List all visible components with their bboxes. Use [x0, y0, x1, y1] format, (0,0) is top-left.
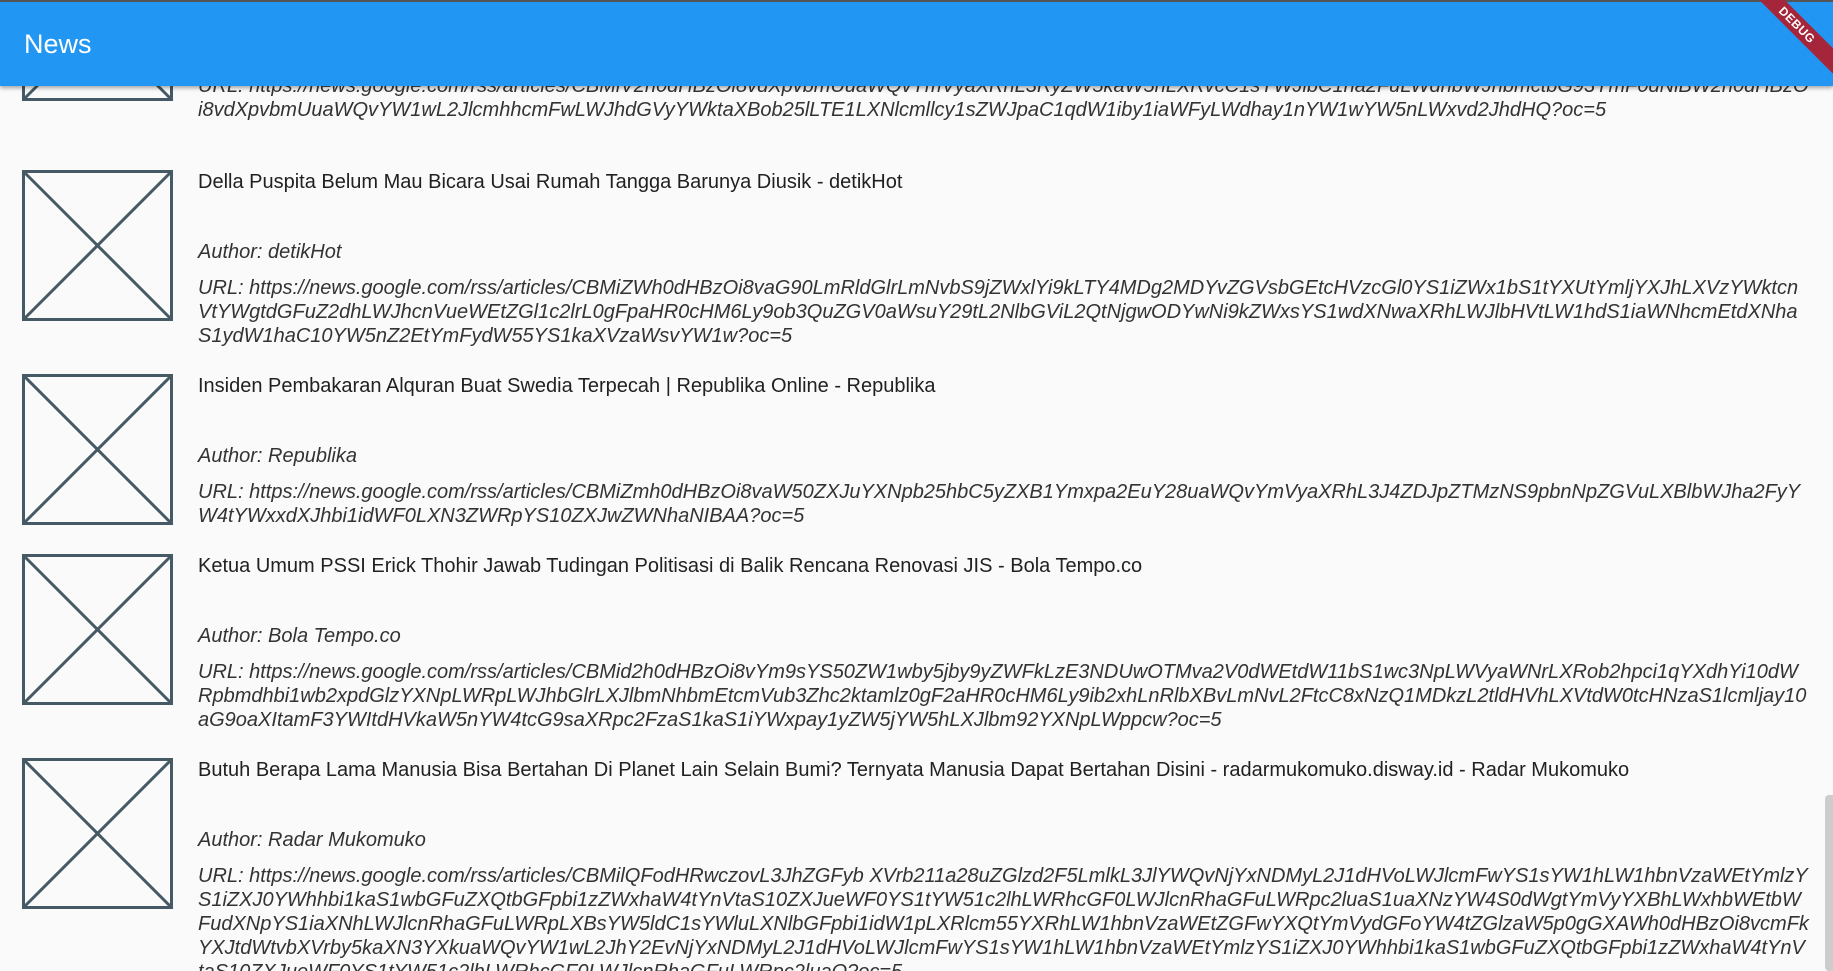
article-text: Della Puspita Belum Mau Bicara Usai Ruma… [198, 170, 1810, 348]
article-text: Butuh Berapa Lama Manusia Bisa Bertahan … [198, 758, 1810, 971]
image-placeholder-icon [22, 554, 173, 705]
article-author: Author: detikHot [198, 241, 342, 263]
article-title: Della Puspita Belum Mau Bicara Usai Ruma… [198, 171, 903, 193]
article-title: Insiden Pembakaran Alquran Buat Swedia T… [198, 375, 936, 397]
article-url: URL: https://news.google.com/rss/article… [198, 481, 1801, 527]
article-url: URL: https://news.google.com/rss/article… [198, 661, 1807, 731]
app-window: URL: https://news.google.com/rss/article… [0, 0, 1833, 971]
article-url: URL: https://news.google.com/rss/article… [198, 277, 1799, 347]
news-list[interactable]: URL: https://news.google.com/rss/article… [0, 0, 1833, 971]
article-title: Ketua Umum PSSI Erick Thohir Jawab Tudin… [198, 555, 1143, 577]
article-text: Insiden Pembakaran Alquran Buat Swedia T… [198, 374, 1810, 528]
image-placeholder-icon [22, 170, 173, 321]
article-author: Author: Republika [198, 445, 357, 467]
article-title: Butuh Berapa Lama Manusia Bisa Bertahan … [198, 759, 1630, 781]
status-bar-edge [0, 0, 1833, 2]
app-bar: News [0, 0, 1833, 86]
image-placeholder-icon [22, 758, 173, 909]
app-title: News [24, 29, 92, 59]
article-author: Author: Radar Mukomuko [198, 829, 426, 851]
article-text: Ketua Umum PSSI Erick Thohir Jawab Tudin… [198, 554, 1810, 732]
image-placeholder-icon [22, 374, 173, 525]
article-url: URL: https://news.google.com/rss/article… [198, 865, 1809, 971]
article-author: Author: Bola Tempo.co [198, 625, 401, 647]
scrollbar-thumb[interactable] [1825, 795, 1833, 971]
